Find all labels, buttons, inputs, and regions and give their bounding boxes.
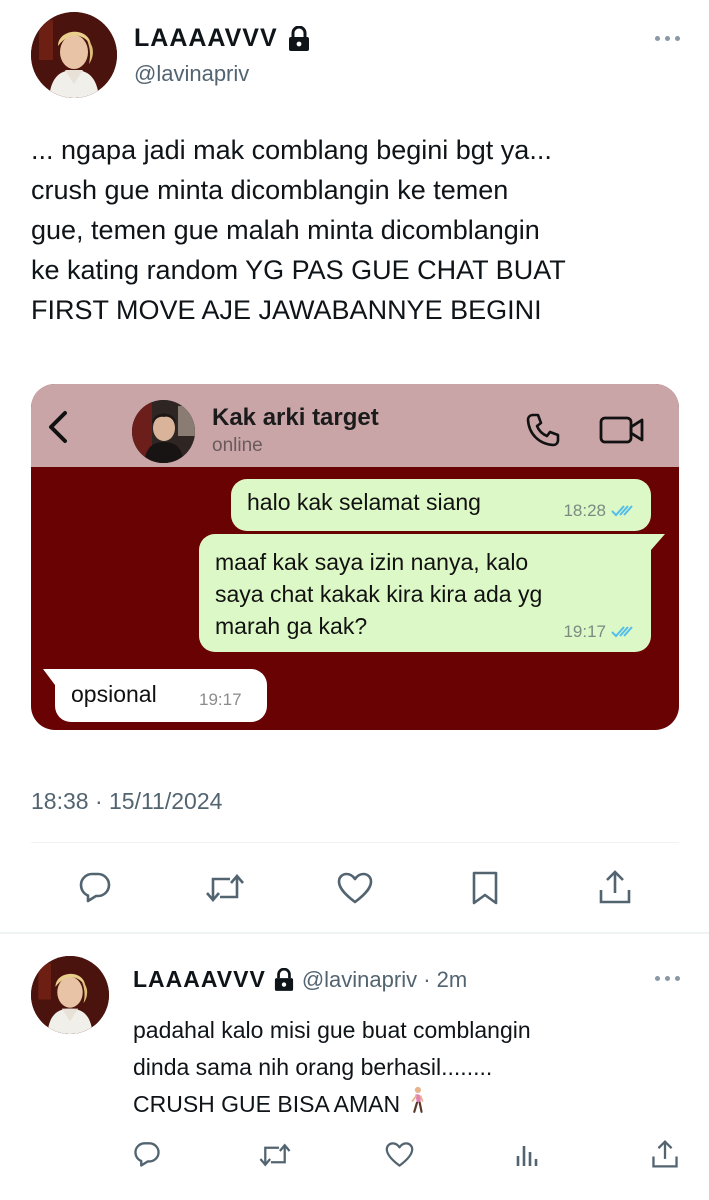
incoming-message: opsional 19:17 [55,669,267,722]
like-icon[interactable] [385,1141,414,1168]
reply-text-line: CRUSH GUE BISA AMAN [133,1086,531,1125]
reply-text-line: dinda sama nih orang berhasil........ [133,1054,493,1080]
video-call-icon [599,416,644,444]
message-time: 18:28 [563,501,606,520]
message-text: halo kak selamat siang [247,489,481,515]
tweet-text-line: FIRST MOVE AJE JAWABANNYE BEGINI [31,295,542,325]
contact-avatar [132,400,195,463]
author-display-name: LAAAAVVV [134,24,278,52]
tweet-text: ... ngapa jadi mak comblang begini bgt y… [31,130,681,330]
chat-header: Kak arki target online [31,384,679,467]
author-handle[interactable]: @lavinapriv [134,61,249,87]
tweet-text-line: ... ngapa jadi mak comblang begini bgt y… [31,135,552,165]
phone-call-icon [526,413,560,447]
message-meta: 18:28 [563,501,637,521]
reply-text: padahal kalo misi gue buat comblangin di… [133,1012,531,1125]
outgoing-message: maaf kak saya izin nanya, kalo saya chat… [199,534,651,652]
attached-chat-screenshot[interactable]: Kak arki target online halo kak selamat … [31,384,679,730]
message-time: 19:17 [563,622,606,641]
retweet-icon[interactable] [258,1142,292,1168]
reply-profile-avatar[interactable] [31,956,109,1034]
share-icon[interactable] [651,1138,679,1170]
reply-text-line: padahal kalo misi gue buat comblangin [133,1017,531,1043]
bookmark-icon[interactable] [470,870,500,906]
more-icon[interactable] [655,36,680,41]
message-time: 19:17 [199,690,242,709]
tweet-text-line: ke kating random YG PAS GUE CHAT BUAT [31,255,566,285]
reply-display-name: LAAAAVVV [133,966,266,992]
reply-icon[interactable] [78,870,112,904]
message-line: maaf kak saya izin nanya, kalo [215,549,529,575]
tweet-text-line: gue, temen gue malah minta dicomblangin [31,215,540,245]
reply-text-content: CRUSH GUE BISA AMAN [133,1091,401,1117]
back-arrow-icon [49,411,67,443]
contact-status: online [212,435,263,456]
reply-author-name[interactable]: LAAAAVVV @lavinapriv · 2m [133,966,467,993]
section-divider [0,932,709,934]
message-text: maaf kak saya izin nanya, kalo saya chat… [215,546,542,642]
reply-icon[interactable] [133,1140,161,1168]
message-line: marah ga kak? [215,613,368,639]
reply-handle-time[interactable]: @lavinapriv · 2m [302,967,467,993]
views-icon[interactable] [515,1142,541,1168]
lock-icon [274,967,294,992]
like-icon[interactable] [337,871,373,905]
outgoing-message: halo kak selamat siang 18:28 [231,479,651,531]
contact-name: Kak arki target [212,404,379,431]
message-text: opsional [71,681,157,707]
person-walking-emoji [407,1086,427,1125]
read-ticks-icon [611,505,633,517]
post-timestamp[interactable]: 18:38 · 15/11/2024 [31,788,222,815]
share-icon[interactable] [598,868,632,906]
message-meta: 19:17 [563,622,637,642]
profile-avatar[interactable] [31,12,117,98]
retweet-icon[interactable] [204,872,246,904]
divider [31,842,679,843]
author-name[interactable]: LAAAAVVV [134,24,310,53]
read-ticks-icon [611,626,633,638]
more-icon[interactable] [655,976,680,981]
tweet-text-line: crush gue minta dicomblangin ke temen [31,175,509,205]
lock-icon [288,25,310,52]
message-line: saya chat kakak kira kira ada yg [215,581,543,607]
